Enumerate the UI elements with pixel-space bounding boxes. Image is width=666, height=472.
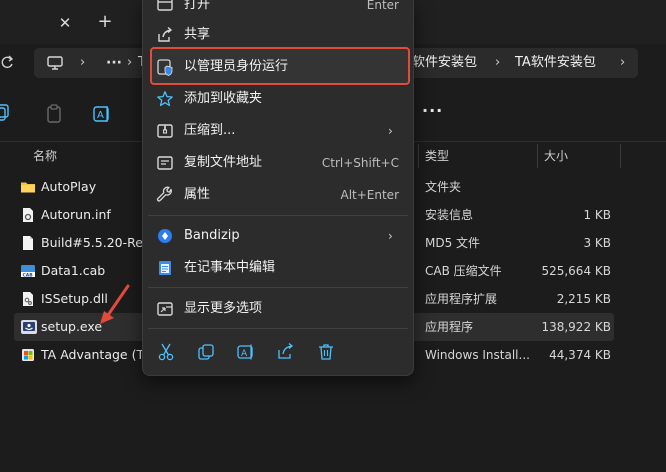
notepad-icon [156, 259, 174, 277]
breadcrumb-chevron-icon: › [127, 55, 133, 70]
menu-item-shortcut: Alt+Enter [340, 188, 399, 202]
open-icon [156, 0, 174, 14]
file-size: 138,922 KB [541, 320, 611, 334]
column-header-name[interactable]: 名称 [33, 142, 57, 170]
file-name: Autorun.inf [41, 207, 111, 222]
menu-item-label: Bandizip [184, 228, 240, 243]
breadcrumb-item[interactable]: TA软件安装包 [515, 54, 596, 72]
more-options-icon [156, 300, 174, 318]
more-icon[interactable]: ··· [422, 103, 444, 124]
file-name: setup.exe [41, 319, 103, 334]
cab-file-icon: CAB [20, 263, 36, 279]
menu-item-label: 以管理员身份运行 [184, 59, 289, 74]
wrench-icon [156, 186, 174, 204]
file-size: 3 KB [583, 236, 611, 250]
file-size: 525,664 KB [541, 264, 611, 278]
column-divider[interactable] [537, 144, 538, 168]
paste-icon[interactable] [44, 104, 64, 124]
folder-icon [20, 179, 36, 195]
file-name: Build#5.5.20-Rele [41, 235, 155, 250]
column-header-size[interactable]: 大小 [544, 142, 568, 170]
file-type: 应用程序 [425, 320, 474, 334]
settings-file-icon [20, 207, 36, 223]
file-icon [20, 235, 36, 251]
breadcrumb-overflow[interactable]: ··· [106, 54, 124, 72]
shield-icon [156, 58, 174, 76]
file-name: TA Advantage (Th [41, 347, 153, 362]
menu-separator [148, 328, 408, 329]
file-type: 文件夹 [425, 180, 462, 194]
dll-file-icon [20, 291, 36, 307]
copy-path-icon [156, 154, 174, 172]
menu-separator [148, 215, 408, 216]
column-divider[interactable] [418, 144, 419, 168]
menu-item-label: 共享 [184, 27, 211, 42]
menu-separator [148, 287, 408, 288]
menu-item-label: 压缩到... [184, 123, 236, 138]
file-name: Data1.cab [41, 263, 106, 278]
menu-item-shortcut: Enter [366, 0, 399, 12]
file-type: MD5 文件 [425, 236, 481, 250]
chevron-right-icon: › [388, 229, 393, 243]
file-size: 2,215 KB [556, 292, 611, 306]
breadcrumb-chevron-icon[interactable]: › [620, 54, 625, 72]
menu-item-label: 复制文件地址 [184, 155, 263, 170]
chevron-right-icon: › [388, 124, 393, 138]
file-name: AutoPlay [41, 179, 97, 194]
menu-item-shortcut: Ctrl+Shift+C [321, 156, 399, 170]
breadcrumb-chevron-icon: › [80, 55, 86, 70]
msi-file-icon [20, 347, 36, 363]
file-type: 安装信息 [425, 208, 474, 222]
rename-icon[interactable]: A [236, 342, 256, 362]
menu-item-label: 属性 [184, 187, 211, 202]
file-size: 44,374 KB [549, 348, 611, 362]
menu-item-label: 显示更多选项 [184, 301, 263, 316]
file-type: CAB 压缩文件 [425, 264, 502, 278]
breadcrumb-chevron-icon: › [495, 55, 501, 70]
menu-item-label: 打开 [184, 0, 211, 12]
rename-icon[interactable]: A [92, 104, 112, 124]
exe-file-icon [20, 318, 38, 336]
file-type: Windows Install... [425, 348, 530, 362]
svg-text:CAB: CAB [23, 273, 34, 279]
breadcrumb-item[interactable]: 软件安装包 [412, 54, 477, 72]
svg-text:A: A [241, 349, 248, 359]
tab-close-icon[interactable]: ✕ [54, 12, 76, 34]
refresh-icon[interactable] [0, 54, 14, 72]
copy-icon[interactable] [0, 104, 20, 124]
file-size: 1 KB [583, 208, 611, 222]
svg-text:A: A [97, 110, 104, 121]
menu-item-label: 在记事本中编辑 [184, 260, 276, 275]
annotation-arrow [98, 284, 134, 328]
bandizip-icon [156, 227, 174, 245]
zip-icon [156, 122, 174, 140]
computer-icon[interactable] [46, 54, 64, 72]
file-type: 应用程序扩展 [425, 292, 498, 306]
column-header-type[interactable]: 类型 [425, 142, 449, 170]
cut-icon[interactable] [156, 342, 176, 362]
menu-item-label: 添加到收藏夹 [184, 91, 263, 106]
new-tab-button[interactable]: + [94, 12, 116, 34]
star-icon [156, 90, 174, 108]
share-icon[interactable] [276, 342, 296, 362]
delete-icon[interactable] [316, 342, 336, 362]
copy-icon[interactable] [196, 342, 216, 362]
column-divider[interactable] [620, 144, 621, 168]
share-icon [156, 26, 174, 44]
